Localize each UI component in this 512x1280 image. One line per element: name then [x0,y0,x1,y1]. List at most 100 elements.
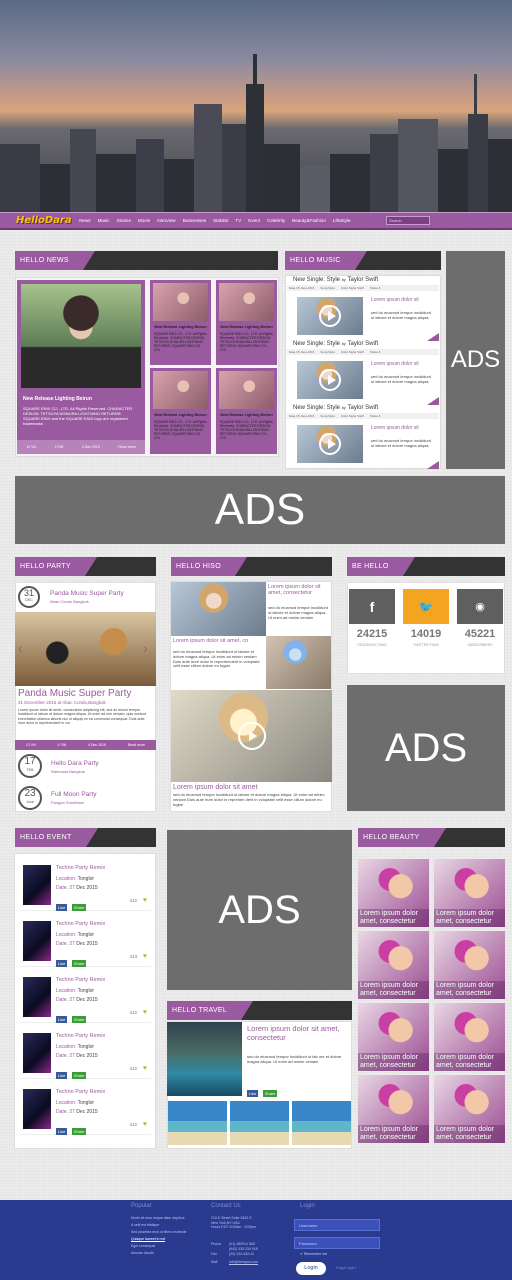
event-thumb[interactable] [23,921,51,961]
nav-item-celebrity[interactable]: Celebrity [264,218,289,223]
news-card[interactable]: New Release Lighting Beirun SQUARE ENIX … [150,280,211,365]
party-item-title[interactable]: Full Moon Party [51,791,97,798]
music-video-thumb[interactable] [297,425,363,463]
event-thumb[interactable] [23,977,51,1017]
footer-popular-link[interactable]: A velit est tristique [131,1222,203,1229]
hiso-image-b[interactable] [266,636,331,689]
music-item[interactable]: New Single: Style by Taylor Swift Date 1… [287,405,439,469]
hiso-b-heading[interactable]: Lorem ipsum dolor sit amet, co [173,638,268,644]
password-input[interactable]: Password [294,1237,380,1249]
news-card[interactable]: New Release Lighting Beirun SQUARE ENIX … [216,368,277,454]
music-item-heading[interactable]: Lorem ipsum dolor sit [371,297,437,303]
play-icon[interactable] [319,433,341,455]
music-video-thumb[interactable] [297,297,363,335]
facebook-icon[interactable]: f [349,589,395,624]
nav-item-stories[interactable]: Stories [113,218,134,223]
login-button[interactable]: Login [296,1262,326,1275]
nav-item-businesses[interactable]: Businesses [179,218,210,223]
nav-item-tv[interactable]: TV [232,218,245,223]
event-thumb[interactable] [23,865,51,905]
nav-item-interview[interactable]: Interview [154,218,179,223]
party-item-title[interactable]: Hello Dara Party [51,760,99,767]
event-item[interactable]: Techno Party Remix Location: Tonglor Date:… [19,1085,151,1135]
ad-block-center[interactable]: ADS [167,830,352,990]
nav-item-movie[interactable]: Movie [134,218,153,223]
travel-thumb[interactable] [168,1101,227,1145]
site-logo[interactable]: HelloDara [0,215,76,226]
beauty-item[interactable]: Lorem ipsum dolor amet, consectetur [358,931,429,999]
footer-popular-link[interactable]: Morbi sit eros neque diam dapibus [131,1215,203,1222]
hiso-c-heading[interactable]: Lorem ipsum dolor sit amet [173,784,257,791]
remember-me-checkbox[interactable]: ✔ Remember me [300,1252,327,1256]
username-input[interactable]: Username [294,1219,380,1231]
event-thumb[interactable] [23,1033,51,1073]
share-button[interactable]: Share [71,904,87,911]
nav-item-stabilot[interactable]: Stabilot [210,218,232,223]
beauty-item[interactable]: Lorem ipsum dolor amet, consectetur [434,1075,505,1143]
share-button[interactable]: Share [71,1128,87,1135]
hiso-a-heading[interactable]: Lorem ipsum dolor sit amet, consectetur [268,584,330,596]
ad-block-banner[interactable]: ADS [15,476,505,544]
forgot-login-link[interactable]: Forgot login? [336,1266,356,1270]
news-main-title[interactable]: New Release Lighting Beirun [23,396,141,402]
heart-icon[interactable]: ♥ [143,1121,147,1128]
share-button[interactable]: Share [71,1016,87,1023]
music-item[interactable]: New Single: Style by Taylor Swift Date 1… [287,341,439,405]
news-card-title[interactable]: New Release Lighting Beirun [150,413,211,417]
like-button[interactable]: Like [56,1072,68,1079]
footer-popular-link[interactable]: Sed pharetra eros ut libero molestie [131,1229,203,1236]
beauty-item[interactable]: Lorem ipsum dolor amet, consectetur [358,859,429,927]
beauty-item[interactable]: Lorem ipsum dolor amet, consectetur [358,1075,429,1143]
like-button[interactable]: Like [247,1090,259,1097]
music-item-heading[interactable]: Lorem ipsum dolor sit [371,425,437,431]
party-read-more[interactable]: Read more [128,743,145,747]
music-item-heading[interactable]: Lorem ipsum dolor sit [371,361,437,367]
news-card-title[interactable]: New Release Lighting Beirun [216,413,277,417]
news-card-title[interactable]: New Release Lighting Beirun [150,325,211,329]
like-button[interactable]: Like [56,1128,68,1135]
share-button[interactable]: Share [71,960,87,967]
music-item[interactable]: New Single: Style by Taylor Swift Date 1… [287,277,439,341]
party-featured-title[interactable]: Panda Music Super Party [18,688,131,699]
heart-icon[interactable]: ♥ [143,897,147,904]
like-button[interactable]: Like [56,1016,68,1023]
play-icon[interactable] [237,722,266,750]
event-title[interactable]: Techno Party Remix [56,1033,105,1039]
event-title[interactable]: Techno Party Remix [56,865,105,871]
like-button[interactable]: Like [56,960,68,967]
beauty-item[interactable]: Lorem ipsum dolor amet, consectetur [434,1003,505,1071]
nav-item-news[interactable]: News [76,218,95,223]
event-item[interactable]: Techno Party Remix Location: Tonglor Date:… [19,1029,151,1079]
travel-image[interactable] [167,1022,242,1096]
party-title[interactable]: Panda Music Super Party [50,590,124,597]
party-featured-image[interactable] [15,612,156,686]
news-card[interactable]: New Release Lighting Beirun SQUARE ENIX … [150,368,211,454]
event-item[interactable]: Techno Party Remix Location: Tonglor Date:… [19,861,151,911]
chevron-left-icon[interactable]: ‹ [18,640,23,656]
play-icon[interactable] [319,305,341,327]
event-thumb[interactable] [23,1089,51,1129]
heart-icon[interactable]: ♥ [143,1065,147,1072]
nav-item-music[interactable]: Music [94,218,113,223]
nav-item-event[interactable]: Event [245,218,264,223]
share-button[interactable]: Share [262,1090,278,1097]
news-read-more[interactable]: Read more [118,445,135,449]
ad-block-side[interactable]: ADS [446,251,505,469]
ad-block-mid[interactable]: ADS [347,685,505,811]
hiso-image-a[interactable] [171,582,266,636]
heart-icon[interactable]: ♥ [143,953,147,960]
rss-icon[interactable]: ◉ [457,589,503,624]
nav-item-lifestyle[interactable]: LifeStyle [329,218,354,223]
travel-thumb[interactable] [230,1101,289,1145]
footer-popular-link[interactable]: Quisque laoreet in est [131,1236,203,1243]
play-icon[interactable] [319,369,341,391]
footer-popular-link[interactable]: Aenean iaculis [131,1250,203,1257]
event-title[interactable]: Techno Party Remix [56,921,105,927]
music-video-thumb[interactable] [297,361,363,399]
share-button[interactable]: Share [71,1072,87,1079]
chevron-right-icon[interactable]: › [143,640,148,656]
travel-heading[interactable]: Lorem ipsum dolor sit amet, consectetur [247,1024,349,1042]
travel-thumb[interactable] [292,1101,351,1145]
beauty-item[interactable]: Lorem ipsum dolor amet, consectetur [434,931,505,999]
footer-popular-link[interactable]: Eget consequat [131,1243,203,1250]
